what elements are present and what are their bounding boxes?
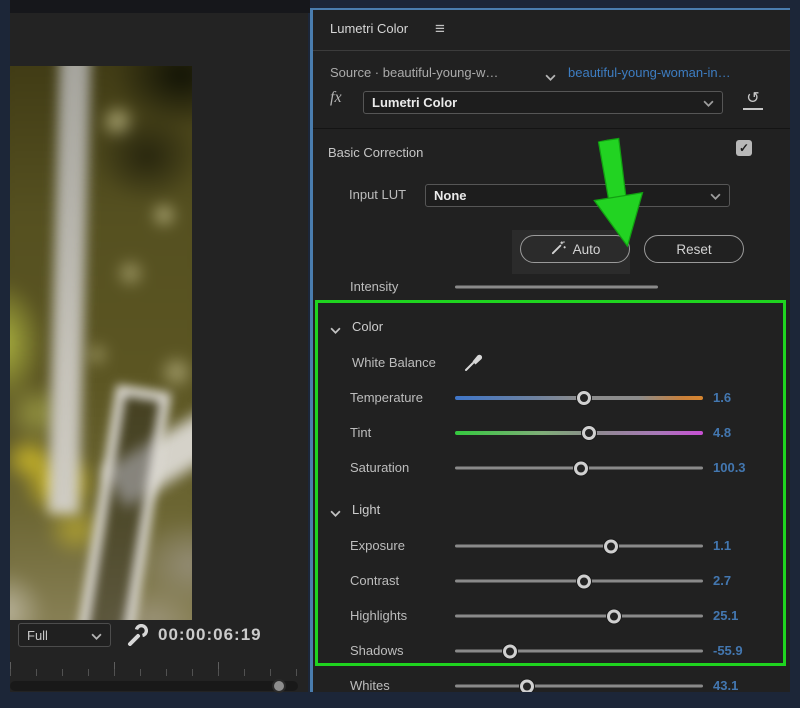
saturation-label: Saturation xyxy=(350,460,409,476)
whites-value[interactable]: 43.1 xyxy=(713,678,738,692)
exposure-label: Exposure xyxy=(350,538,405,554)
shadows-row: Shadows -55.9 xyxy=(313,643,790,659)
tint-value[interactable]: 4.8 xyxy=(713,425,731,441)
shadows-label: Shadows xyxy=(350,643,403,659)
highlights-label: Highlights xyxy=(350,608,407,624)
whites-label: Whites xyxy=(350,678,390,692)
color-section-title: Color xyxy=(352,319,383,335)
intensity-label: Intensity xyxy=(350,279,398,295)
top-dark-strip xyxy=(10,0,310,13)
reset-button[interactable]: Reset xyxy=(644,235,744,263)
chevron-down-icon xyxy=(710,188,721,203)
monitor-zoom-select[interactable]: Full xyxy=(18,623,111,647)
highlights-value[interactable]: 25.1 xyxy=(713,608,738,624)
contrast-value[interactable]: 2.7 xyxy=(713,573,731,589)
temperature-slider-handle[interactable] xyxy=(577,391,591,405)
horizontal-scrollbar[interactable] xyxy=(10,681,298,691)
fx-icon: fx xyxy=(330,89,342,107)
auto-button-label: Auto xyxy=(573,242,601,257)
shadows-value[interactable]: -55.9 xyxy=(713,643,743,659)
target-clip-link[interactable]: beautiful-young-woman-in… xyxy=(568,65,731,81)
highlights-row: Highlights 25.1 xyxy=(313,608,790,624)
video-preview xyxy=(10,66,192,620)
input-lut-dropdown[interactable]: None xyxy=(425,184,730,207)
auto-button[interactable]: Auto xyxy=(520,235,630,263)
settings-wrench-icon[interactable] xyxy=(126,624,148,646)
saturation-slider-track[interactable] xyxy=(455,467,703,470)
shadows-slider-track[interactable] xyxy=(455,650,703,653)
contrast-slider-track[interactable] xyxy=(455,580,703,583)
monitor-zoom-label: Full xyxy=(27,628,48,643)
shadows-slider-handle[interactable] xyxy=(503,644,517,658)
intensity-row: Intensity xyxy=(313,279,790,295)
white-balance-label: White Balance xyxy=(352,355,436,371)
whites-row: Whites 43.1 xyxy=(313,678,790,692)
input-lut-value: None xyxy=(434,188,467,203)
tint-label: Tint xyxy=(350,425,371,441)
panel-menu-icon[interactable]: ≡ xyxy=(435,19,445,39)
chevron-down-icon xyxy=(330,322,341,338)
saturation-slider-handle[interactable] xyxy=(574,461,588,475)
saturation-value[interactable]: 100.3 xyxy=(713,460,746,476)
tint-slider-handle[interactable] xyxy=(582,426,596,440)
exposure-slider-handle[interactable] xyxy=(604,539,618,553)
exposure-slider-track[interactable] xyxy=(455,545,703,548)
color-section-header[interactable]: Color xyxy=(313,319,790,335)
whites-slider-track[interactable] xyxy=(455,685,703,688)
exposure-row: Exposure 1.1 xyxy=(313,538,790,554)
chevron-down-icon[interactable] xyxy=(545,68,556,86)
white-balance-row: White Balance xyxy=(313,355,790,371)
input-lut-label: Input LUT xyxy=(349,187,406,203)
lumetri-color-panel: Lumetri Color ≡ Source · beautiful-young… xyxy=(310,8,790,692)
scrollbar-knob[interactable] xyxy=(272,679,286,693)
effect-select-dropdown[interactable]: Lumetri Color xyxy=(363,91,723,114)
reset-effect-icon[interactable]: ↺ xyxy=(743,90,763,110)
section-divider xyxy=(313,128,790,129)
source-clip-label: Source · beautiful-young-w… xyxy=(330,65,498,81)
panel-title: Lumetri Color xyxy=(330,21,408,37)
highlights-slider-track[interactable] xyxy=(455,615,703,618)
timeline-ruler[interactable] xyxy=(10,662,300,676)
tint-slider-track[interactable] xyxy=(455,431,703,435)
light-section-title: Light xyxy=(352,502,380,518)
chevron-down-icon xyxy=(91,628,102,643)
temperature-slider-track[interactable] xyxy=(455,396,703,400)
timecode-display[interactable]: 00:00:06:19 xyxy=(158,625,262,645)
reset-button-label: Reset xyxy=(676,242,711,257)
basic-correction-title[interactable]: Basic Correction xyxy=(328,145,423,161)
contrast-row: Contrast 2.7 xyxy=(313,573,790,589)
basic-correction-checkbox[interactable]: ✓ xyxy=(736,140,752,156)
header-divider xyxy=(313,50,790,51)
contrast-label: Contrast xyxy=(350,573,399,589)
intensity-slider-track[interactable] xyxy=(455,286,658,289)
temperature-label: Temperature xyxy=(350,390,423,406)
magic-wand-icon xyxy=(550,239,567,259)
effect-name: Lumetri Color xyxy=(372,95,457,110)
contrast-slider-handle[interactable] xyxy=(577,574,591,588)
temperature-row: Temperature 1.6 xyxy=(313,390,790,406)
highlights-slider-handle[interactable] xyxy=(607,609,621,623)
chevron-down-icon xyxy=(703,95,714,110)
temperature-value[interactable]: 1.6 xyxy=(713,390,731,406)
chevron-down-icon xyxy=(330,505,341,521)
eyedropper-icon[interactable] xyxy=(463,351,485,373)
exposure-value[interactable]: 1.1 xyxy=(713,538,731,554)
tint-row: Tint 4.8 xyxy=(313,425,790,441)
saturation-row: Saturation 100.3 xyxy=(313,460,790,476)
whites-slider-handle[interactable] xyxy=(520,679,534,692)
light-section-header[interactable]: Light xyxy=(313,502,790,518)
